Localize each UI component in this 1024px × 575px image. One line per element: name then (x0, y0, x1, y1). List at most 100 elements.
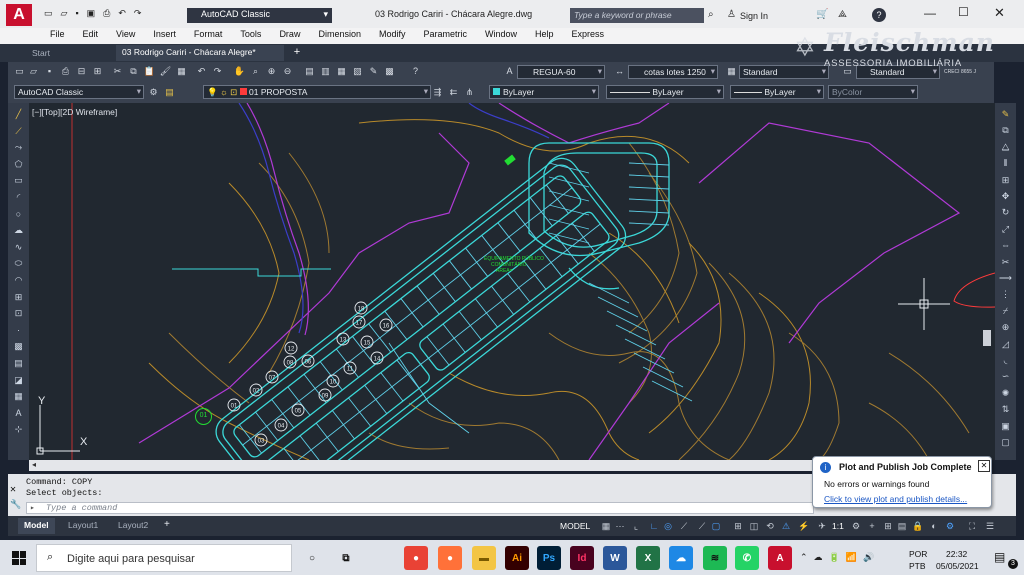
tab-drawing[interactable]: 03 Rodrigo Cariri - Chácara Alegre* (116, 45, 284, 61)
lock-ui-icon[interactable]: 🔒 (912, 520, 924, 532)
table-icon[interactable]: ▦ (13, 391, 24, 402)
text-style-dropdown[interactable]: REGUA-60 ▾ (517, 65, 605, 79)
new-tab-icon[interactable]: + (290, 46, 304, 59)
gear-icon[interactable]: ⚙ (148, 87, 159, 98)
isodraft-icon[interactable]: ⟋ (678, 520, 690, 532)
design-center-icon[interactable]: ▥ (320, 66, 331, 77)
taskbar-search[interactable]: ⌕ Digite aqui para pesquisar (36, 544, 292, 572)
close-button[interactable]: ✕ (994, 5, 1005, 21)
viewport-label[interactable]: [−][Top][2D Wireframe] (32, 107, 117, 117)
minimize-button[interactable]: — (924, 6, 936, 20)
new-icon[interactable]: ▭ (14, 66, 25, 77)
autocad-taskbar-icon[interactable]: A (768, 546, 792, 570)
auto-scale-icon[interactable]: ⚡ (798, 520, 810, 532)
ellipse-icon[interactable]: ⬭ (13, 258, 24, 269)
windows-start-icon[interactable] (12, 551, 26, 565)
menu-item-tools[interactable]: Tools (240, 29, 261, 39)
table-style-icon[interactable]: ▦ (726, 66, 737, 77)
make-current-icon[interactable]: ⇶ (432, 87, 443, 98)
menu-item-draw[interactable]: Draw (279, 29, 300, 39)
undo-icon[interactable]: ↶ (118, 8, 126, 20)
object-snap-icon[interactable]: ▢ (710, 520, 722, 532)
menu-item-express[interactable]: Express (572, 29, 605, 39)
zoom-previous-icon[interactable]: ⊖ (282, 66, 293, 77)
save-icon[interactable]: ▪ (44, 66, 55, 77)
layer-properties-icon[interactable]: ▤ (164, 87, 175, 98)
grid-icon[interactable]: ▦ (600, 520, 612, 532)
command-close-icon[interactable]: ✕ (10, 484, 16, 496)
hatch-icon[interactable]: ▩ (13, 341, 24, 352)
print-icon[interactable]: ⎙ (103, 8, 110, 20)
cortana-icon[interactable]: ○ (300, 546, 324, 570)
pan-icon[interactable]: ✋ (234, 66, 245, 77)
calc-icon[interactable]: ▩ (384, 66, 395, 77)
match-prop-icon[interactable]: 🖌 (160, 66, 171, 77)
transparency-icon[interactable]: ◫ (748, 520, 760, 532)
hardware-accel-icon[interactable]: ⚙ (944, 520, 956, 532)
language-indicator-2[interactable]: PTB (909, 561, 926, 571)
ungroup-icon[interactable]: ▢ (1000, 437, 1011, 448)
lineweight-icon[interactable]: ⊞ (732, 520, 744, 532)
make-block-icon[interactable]: ⊡ (13, 308, 24, 319)
layer-previous-icon[interactable]: ⇇ (448, 87, 459, 98)
command-input[interactable]: ▸ Type a command (26, 502, 814, 514)
layout-tab-layout1[interactable]: Layout1 (62, 518, 104, 534)
group-icon[interactable]: ▣ (1000, 421, 1011, 432)
plotstyle-dropdown[interactable]: ByColor ▾ (828, 85, 918, 99)
help-icon[interactable]: ? (410, 66, 421, 77)
text-style-icon[interactable]: A (504, 66, 515, 77)
tool-palettes-icon[interactable]: ▦ (336, 66, 347, 77)
search-input[interactable]: Type a keyword or phrase (570, 8, 704, 23)
autocad-logo[interactable]: A (6, 4, 32, 26)
cloud-sync-icon[interactable]: ☁ (669, 546, 693, 570)
sheet-set-icon[interactable]: ▧ (352, 66, 363, 77)
indesign-icon[interactable]: Id (570, 546, 594, 570)
annotation-visibility-icon[interactable]: ⚠ (780, 520, 792, 532)
menu-item-window[interactable]: Window (485, 29, 517, 39)
multiline-text-icon[interactable]: A (13, 408, 24, 419)
menu-item-format[interactable]: Format (194, 29, 223, 39)
offset-icon[interactable]: ⫴ (1000, 158, 1011, 169)
excel-icon[interactable]: X (636, 546, 660, 570)
snap-icon[interactable]: ⋯ (614, 520, 626, 532)
arc-icon[interactable]: ◜ (13, 192, 24, 203)
dim-style-dropdown[interactable]: cotas lotes 1250 ▾ (628, 65, 718, 79)
markup-icon[interactable]: ✎ (368, 66, 379, 77)
insert-block-icon[interactable]: ⊞ (13, 292, 24, 303)
tab-start[interactable]: Start (26, 46, 56, 62)
horizontal-scrollbar[interactable]: ◂ (29, 460, 814, 471)
clock-time[interactable]: 22:32 (946, 549, 967, 559)
drawing-canvas[interactable]: 01 02 03 04 05 06 07 08 09 10 11 12 13 14 15 16 17 18 EQU… (29, 103, 995, 460)
gradient-icon[interactable]: ▤ (13, 358, 24, 369)
scale-icon[interactable]: ⤢ (1000, 224, 1011, 235)
point-icon[interactable]: · (13, 325, 24, 336)
notification-close-button[interactable]: ✕ (978, 460, 990, 472)
preview-icon[interactable]: ⊟ (76, 66, 87, 77)
break-at-point-icon[interactable]: ⋮ (1000, 289, 1011, 300)
layout-tab-layout2[interactable]: Layout2 (112, 518, 154, 534)
notification-link[interactable]: Click to view plot and publish details..… (824, 494, 967, 504)
add-layout-icon[interactable]: + (164, 519, 170, 530)
trim-icon[interactable]: ✂ (1000, 257, 1011, 268)
command-settings-icon[interactable]: 🔧 (10, 500, 21, 510)
layer-state-icon[interactable]: ⋔ (464, 87, 475, 98)
notifications-icon[interactable]: ▤ (994, 550, 1005, 564)
cart-icon[interactable]: 🛒 (816, 9, 828, 20)
annotation-scale-icon-icon[interactable]: ✈ (816, 520, 828, 532)
customize-icon[interactable]: ☰ (984, 520, 996, 532)
chamfer-icon[interactable]: ◿ (1000, 339, 1011, 350)
linetype-dropdown[interactable]: ByLayer ▾ (606, 85, 724, 99)
model-space-button[interactable]: MODEL (560, 521, 590, 531)
plot-publish-notification[interactable]: i Plot and Publish Job Complete ✕ No err… (812, 456, 992, 508)
construction-line-icon[interactable]: ⟋ (13, 126, 24, 137)
rectangle-icon[interactable]: ▭ (13, 175, 24, 186)
fillet-icon[interactable]: ◟ (1000, 355, 1011, 366)
region-icon[interactable]: ◪ (13, 375, 24, 386)
array-icon[interactable]: ⊞ (1000, 175, 1011, 186)
binoculars-icon[interactable]: ⌕ (708, 9, 714, 20)
object-snap-tracking-icon[interactable]: ⟋ (696, 520, 708, 532)
menu-item-insert[interactable]: Insert (153, 29, 176, 39)
save-icon[interactable]: ▪ (75, 8, 78, 20)
add-selected-icon[interactable]: ⊹ (13, 424, 24, 435)
word-icon[interactable]: W (603, 546, 627, 570)
